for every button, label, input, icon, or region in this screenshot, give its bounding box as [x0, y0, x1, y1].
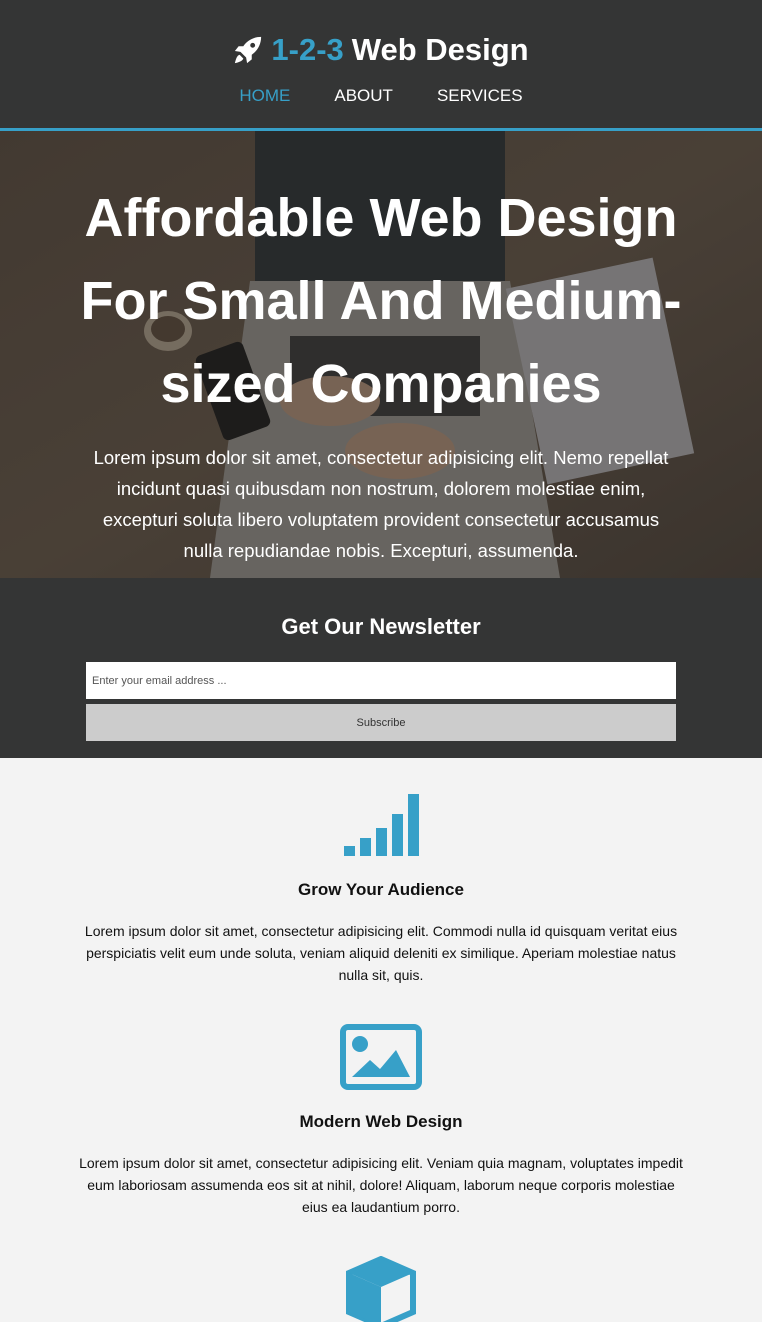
feature-item: Modern Web Design Lorem ipsum dolor sit …: [0, 1024, 762, 1218]
newsletter-title: Get Our Newsletter: [281, 614, 481, 639]
features-section: Grow Your Audience Lorem ipsum dolor sit…: [0, 758, 762, 1322]
site-header: 1-2-3 Web Design HOME ABOUT SERVICES: [0, 0, 762, 131]
feature-item: Grow Your Audience Lorem ipsum dolor sit…: [0, 792, 762, 986]
feature-text: Lorem ipsum dolor sit amet, consectetur …: [84, 923, 678, 983]
brand-name: Web Design: [351, 32, 529, 67]
image-icon: [340, 1024, 422, 1090]
subscribe-button[interactable]: Subscribe: [86, 704, 676, 741]
email-input[interactable]: [86, 662, 676, 699]
nav-about[interactable]: ABOUT: [334, 86, 393, 106]
hero-title: Affordable Web Design For Small And Medi…: [80, 188, 682, 414]
rocket-icon: [235, 36, 262, 64]
feature-text: Lorem ipsum dolor sit amet, consectetur …: [79, 1155, 683, 1215]
feature-title: Grow Your Audience: [298, 880, 464, 899]
feature-item: [0, 1256, 762, 1322]
hero-section: Affordable Web Design For Small And Medi…: [0, 131, 762, 578]
bar-chart-icon: [344, 794, 419, 856]
newsletter-form: Subscribe: [86, 662, 676, 741]
nav-services[interactable]: SERVICES: [437, 86, 523, 106]
brand-logo[interactable]: 1-2-3 Web Design: [0, 32, 762, 68]
hero-text: Lorem ipsum dolor sit amet, consectetur …: [93, 447, 669, 561]
nav-home[interactable]: HOME: [239, 86, 290, 106]
cube-icon: [346, 1256, 416, 1322]
main-nav: HOME ABOUT SERVICES: [0, 86, 762, 106]
feature-title: Modern Web Design: [299, 1112, 463, 1131]
brand-accent: 1-2-3: [271, 32, 344, 67]
newsletter-section: Get Our Newsletter Subscribe: [0, 578, 762, 758]
